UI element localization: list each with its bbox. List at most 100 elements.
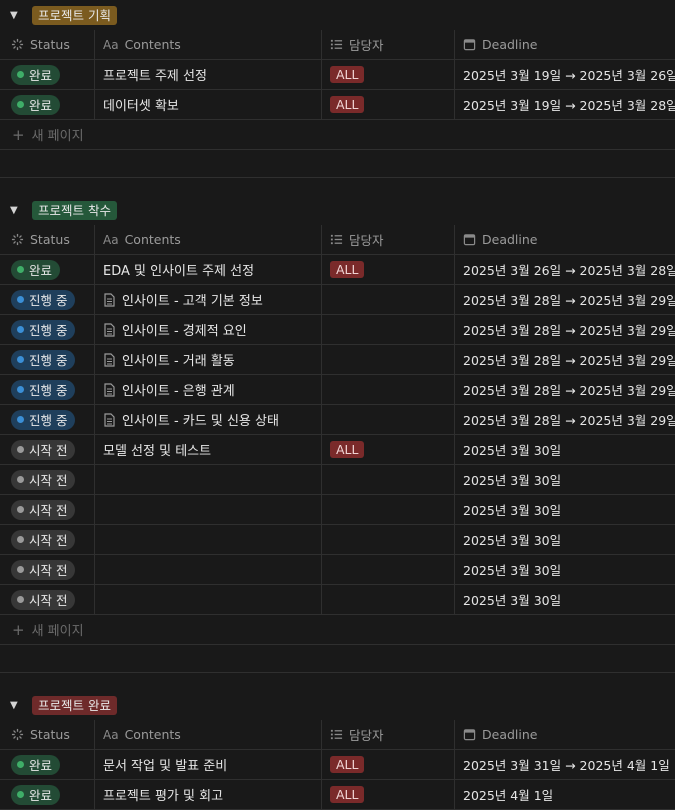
status-badge[interactable]: 시작 전	[11, 559, 76, 580]
deadline-cell[interactable]: 2025년 3월 19일 → 2025년 3월 28일	[455, 90, 675, 119]
table-row[interactable]: 완료 문서 작업 및 발표 준비 ALL 2025년 3월 31일 → 2025년 4…	[0, 750, 675, 780]
deadline-cell[interactable]: 2025년 3월 30일	[455, 465, 675, 494]
assignee-cell[interactable]	[322, 585, 455, 614]
column-assignee[interactable]: 담당자	[322, 720, 455, 749]
assignee-cell[interactable]: ALL	[322, 90, 455, 119]
column-deadline[interactable]: Deadline	[455, 30, 675, 59]
status-cell[interactable]: 완료	[0, 750, 95, 779]
table-row[interactable]: 시작 전 2025년 3월 30일	[0, 465, 675, 495]
assignee-cell[interactable]: ALL	[322, 435, 455, 464]
content-cell[interactable]	[95, 465, 322, 494]
new-page-button[interactable]: + 새 페이지	[0, 615, 675, 645]
content-title[interactable]: 인사이트 - 거래 활동	[122, 350, 235, 369]
table-row[interactable]: 시작 전 2025년 3월 30일	[0, 495, 675, 525]
status-badge[interactable]: 시작 전	[11, 589, 76, 610]
status-cell[interactable]: 시작 전	[0, 435, 95, 464]
content-title[interactable]: 데이터셋 확보	[103, 95, 179, 114]
status-badge[interactable]: 시작 전	[11, 439, 76, 460]
deadline-cell[interactable]: 2025년 3월 30일	[455, 555, 675, 584]
status-badge[interactable]: 시작 전	[11, 529, 76, 550]
column-status[interactable]: Status	[0, 720, 95, 749]
status-cell[interactable]: 완료	[0, 60, 95, 89]
status-cell[interactable]: 시작 전	[0, 555, 95, 584]
content-title[interactable]: 인사이트 - 카드 및 신용 상태	[122, 410, 279, 429]
content-title[interactable]: 인사이트 - 은행 관계	[122, 380, 235, 399]
table-row[interactable]: 완료 EDA 및 인사이트 주제 선정 ALL 2025년 3월 26일 → 2025…	[0, 255, 675, 285]
table-row[interactable]: 완료 프로젝트 주제 선정 ALL 2025년 3월 19일 → 2025년 3월 2…	[0, 60, 675, 90]
assignee-cell[interactable]	[322, 285, 455, 314]
table-row[interactable]: 진행 중 인사이트 - 거래 활동 2025년 3월 28일 → 2025년 3월 …	[0, 345, 675, 375]
assignee-cell[interactable]	[322, 465, 455, 494]
content-cell[interactable]: 인사이트 - 카드 및 신용 상태	[95, 405, 322, 434]
content-cell[interactable]: 인사이트 - 경제적 요인	[95, 315, 322, 344]
deadline-cell[interactable]: 2025년 3월 30일	[455, 435, 675, 464]
status-badge[interactable]: 진행 중	[11, 289, 76, 310]
assignee-cell[interactable]	[322, 555, 455, 584]
deadline-cell[interactable]: 2025년 3월 28일 → 2025년 3월 29일	[455, 405, 675, 434]
status-badge[interactable]: 완료	[11, 259, 61, 280]
status-cell[interactable]: 완료	[0, 90, 95, 119]
status-badge[interactable]: 완료	[11, 64, 61, 85]
assignee-cell[interactable]	[322, 315, 455, 344]
status-badge[interactable]: 완료	[11, 784, 61, 805]
content-cell[interactable]	[95, 525, 322, 554]
table-row[interactable]: 진행 중 인사이트 - 고객 기본 정보 2025년 3월 28일 → 2025년 …	[0, 285, 675, 315]
content-cell[interactable]: 프로젝트 평가 및 회고	[95, 780, 322, 809]
status-badge[interactable]: 시작 전	[11, 499, 76, 520]
status-badge[interactable]: 진행 중	[11, 379, 76, 400]
assignee-cell[interactable]: ALL	[322, 255, 455, 284]
status-cell[interactable]: 진행 중	[0, 405, 95, 434]
content-cell[interactable]: 모델 선정 및 테스트	[95, 435, 322, 464]
status-cell[interactable]: 완료	[0, 255, 95, 284]
table-row[interactable]: 진행 중 인사이트 - 경제적 요인 2025년 3월 28일 → 2025년 3월…	[0, 315, 675, 345]
deadline-cell[interactable]: 2025년 3월 30일	[455, 495, 675, 524]
deadline-cell[interactable]: 2025년 3월 31일 → 2025년 4월 1일	[455, 750, 675, 779]
content-cell[interactable]: 문서 작업 및 발표 준비	[95, 750, 322, 779]
assignee-cell[interactable]	[322, 405, 455, 434]
status-cell[interactable]: 시작 전	[0, 495, 95, 524]
deadline-cell[interactable]: 2025년 3월 30일	[455, 585, 675, 614]
table-row[interactable]: 시작 전 모델 선정 및 테스트 ALL 2025년 3월 30일	[0, 435, 675, 465]
status-badge[interactable]: 진행 중	[11, 349, 76, 370]
status-badge[interactable]: 완료	[11, 754, 61, 775]
status-cell[interactable]: 시작 전	[0, 525, 95, 554]
table-row[interactable]: 진행 중 인사이트 - 은행 관계 2025년 3월 28일 → 2025년 3월 …	[0, 375, 675, 405]
status-badge[interactable]: 시작 전	[11, 469, 76, 490]
deadline-cell[interactable]: 2025년 4월 1일	[455, 780, 675, 809]
assignee-cell[interactable]: ALL	[322, 60, 455, 89]
content-title[interactable]: 프로젝트 평가 및 회고	[103, 785, 223, 804]
content-cell[interactable]: 인사이트 - 고객 기본 정보	[95, 285, 322, 314]
assignee-cell[interactable]	[322, 525, 455, 554]
status-cell[interactable]: 진행 중	[0, 345, 95, 374]
content-title[interactable]: EDA 및 인사이트 주제 선정	[103, 260, 254, 279]
column-deadline[interactable]: Deadline	[455, 720, 675, 749]
content-title[interactable]: 인사이트 - 고객 기본 정보	[122, 290, 263, 309]
new-page-button[interactable]: + 새 페이지	[0, 120, 675, 150]
deadline-cell[interactable]: 2025년 3월 28일 → 2025년 3월 29일	[455, 375, 675, 404]
assignee-cell[interactable]: ALL	[322, 750, 455, 779]
deadline-cell[interactable]: 2025년 3월 28일 → 2025년 3월 29일	[455, 345, 675, 374]
table-row[interactable]: 시작 전 2025년 3월 30일	[0, 555, 675, 585]
status-badge[interactable]: 완료	[11, 94, 61, 115]
status-cell[interactable]: 진행 중	[0, 375, 95, 404]
content-cell[interactable]: EDA 및 인사이트 주제 선정	[95, 255, 322, 284]
assignee-cell[interactable]	[322, 495, 455, 524]
toggle-arrow-icon[interactable]: ▼	[10, 700, 20, 711]
column-contents[interactable]: Aa Contents	[95, 225, 322, 254]
status-cell[interactable]: 완료	[0, 780, 95, 809]
table-row[interactable]: 시작 전 2025년 3월 30일	[0, 585, 675, 615]
deadline-cell[interactable]: 2025년 3월 19일 → 2025년 3월 26일	[455, 60, 675, 89]
column-assignee[interactable]: 담당자	[322, 30, 455, 59]
table-row[interactable]: 시작 전 2025년 3월 30일	[0, 525, 675, 555]
content-cell[interactable]	[95, 585, 322, 614]
status-badge[interactable]: 진행 중	[11, 409, 76, 430]
content-cell[interactable]: 데이터셋 확보	[95, 90, 322, 119]
deadline-cell[interactable]: 2025년 3월 28일 → 2025년 3월 29일	[455, 315, 675, 344]
deadline-cell[interactable]: 2025년 3월 28일 → 2025년 3월 29일	[455, 285, 675, 314]
assignee-cell[interactable]	[322, 345, 455, 374]
status-cell[interactable]: 시작 전	[0, 585, 95, 614]
content-cell[interactable]: 인사이트 - 거래 활동	[95, 345, 322, 374]
column-status[interactable]: Status	[0, 30, 95, 59]
table-row[interactable]: 완료 데이터셋 확보 ALL 2025년 3월 19일 → 2025년 3월 28일	[0, 90, 675, 120]
assignee-cell[interactable]	[322, 375, 455, 404]
